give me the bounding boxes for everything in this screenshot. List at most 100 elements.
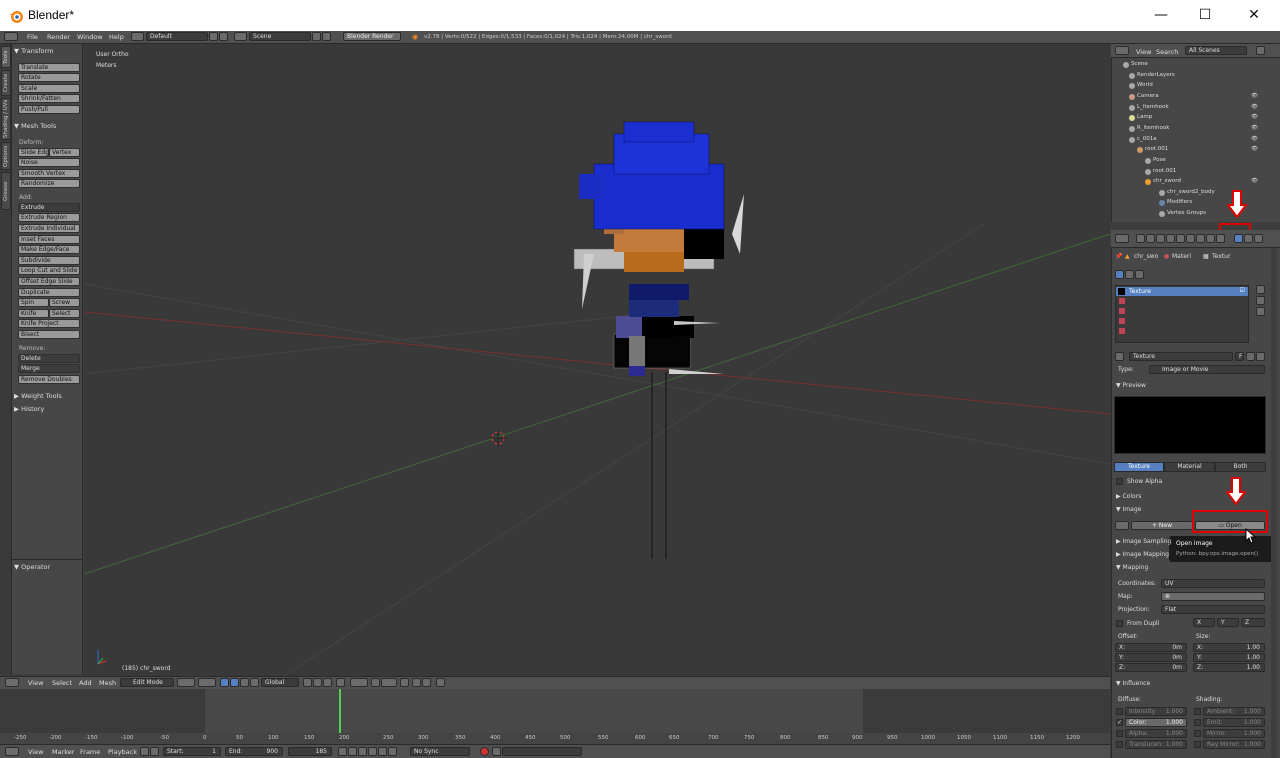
rotate-manipulator-icon[interactable] bbox=[240, 678, 249, 687]
loop-cut-slide-button[interactable]: Loop Cut and Slide bbox=[18, 266, 80, 275]
screw-button[interactable]: Screw bbox=[49, 298, 80, 307]
render-engine-select[interactable]: Blender Render bbox=[343, 32, 401, 41]
outliner-editor-type-icon[interactable] bbox=[1115, 46, 1129, 55]
translucency-field[interactable]: Translucen: 1.000 bbox=[1125, 740, 1187, 749]
translate-manipulator-icon[interactable] bbox=[230, 678, 239, 687]
timeline-menu-frame[interactable]: Frame bbox=[80, 748, 100, 756]
alpha-factor-field[interactable]: Alpha: 1.000 bbox=[1125, 729, 1187, 738]
view3d-menu-mesh[interactable]: Mesh bbox=[99, 679, 116, 687]
manipulator-toggle-icon[interactable] bbox=[220, 678, 229, 687]
ray-mirror-field[interactable]: Ray Mirror: 1.000 bbox=[1203, 740, 1265, 749]
texture-name-field[interactable]: Texture bbox=[1129, 352, 1233, 361]
data-context-icon[interactable] bbox=[1206, 234, 1215, 243]
merge-menu[interactable]: Merge bbox=[18, 364, 80, 373]
snap-target-icon[interactable] bbox=[400, 678, 409, 687]
duplicate-button[interactable]: Duplicate bbox=[18, 288, 80, 297]
extrude-region-button[interactable]: Extrude Region bbox=[18, 213, 80, 222]
outliner-row[interactable]: Scene bbox=[1111, 60, 1280, 71]
bisect-button[interactable]: Bisect bbox=[18, 330, 80, 339]
ambient-field[interactable]: Ambient: 1.000 bbox=[1203, 707, 1265, 716]
delete-menu[interactable]: Delete bbox=[18, 354, 80, 363]
knife-select-button[interactable]: Select bbox=[49, 309, 80, 318]
spin-button[interactable]: Spin bbox=[18, 298, 49, 307]
edge-select-icon[interactable] bbox=[313, 678, 322, 687]
physics-context-icon[interactable] bbox=[1254, 234, 1263, 243]
timeline-area[interactable]: -250 -200 -150 -100 -50 0 50 100 150 200… bbox=[0, 689, 1110, 744]
colors-panel-header[interactable]: ▶ Colors bbox=[1116, 493, 1141, 500]
constraints-context-icon[interactable] bbox=[1186, 234, 1195, 243]
tab-tools[interactable]: Tools bbox=[1, 46, 11, 68]
intensity-checkbox[interactable] bbox=[1116, 708, 1123, 715]
color-factor-field[interactable]: Color: 1.000 bbox=[1125, 718, 1187, 727]
from-dupli-checkbox[interactable] bbox=[1116, 620, 1123, 627]
material-texture-icon[interactable] bbox=[1125, 270, 1134, 279]
render-context-icon[interactable] bbox=[1136, 234, 1145, 243]
menu-file[interactable]: File bbox=[27, 33, 38, 41]
coordinates-select[interactable]: UV bbox=[1161, 579, 1265, 588]
x-mapping-select[interactable]: X bbox=[1193, 618, 1215, 627]
tab-shading-uvs[interactable]: Shading / UVs bbox=[1, 98, 11, 140]
outliner-row[interactable]: R_itemhook 👁 bbox=[1111, 124, 1280, 135]
opengl-anim-icon[interactable] bbox=[422, 678, 431, 687]
smooth-vertex-button[interactable]: Smooth Vertex bbox=[18, 169, 80, 178]
world-context-icon[interactable] bbox=[1166, 234, 1175, 243]
texture-type-select[interactable]: Image or Movie bbox=[1149, 365, 1265, 374]
fake-user-button[interactable]: F bbox=[1235, 352, 1244, 361]
empty-slot-icon[interactable] bbox=[1119, 318, 1125, 324]
scene-context-icon[interactable] bbox=[1156, 234, 1165, 243]
shrink-fatten-button[interactable]: Shrink/Fatten bbox=[18, 94, 80, 103]
visibility-eye-icon[interactable]: 👁 bbox=[1251, 114, 1258, 120]
size-z-field[interactable]: Z: 1.00 bbox=[1193, 663, 1265, 672]
z-mapping-select[interactable]: Z bbox=[1241, 618, 1265, 627]
render-layers-context-icon[interactable] bbox=[1146, 234, 1155, 243]
limit-selection-icon[interactable] bbox=[336, 678, 345, 687]
outliner-row[interactable]: Modifiers bbox=[1111, 198, 1280, 209]
timeline-menu-playback[interactable]: Playback bbox=[108, 748, 137, 756]
map-field[interactable]: ⊗ bbox=[1161, 592, 1265, 601]
keying-set-field[interactable] bbox=[502, 747, 582, 756]
outliner-menu-search[interactable]: Search bbox=[1156, 48, 1178, 56]
maximize-button[interactable]: ☐ bbox=[1182, 4, 1228, 26]
extrude-individual-button[interactable]: Extrude Individual bbox=[18, 224, 80, 233]
other-texture-icon[interactable] bbox=[1135, 270, 1144, 279]
pin-icon[interactable]: 📌 bbox=[1115, 253, 1122, 260]
preview-panel-header[interactable]: ▼ Preview bbox=[1116, 382, 1146, 389]
menu-help[interactable]: Help bbox=[109, 33, 124, 41]
show-alpha-checkbox[interactable] bbox=[1116, 478, 1123, 485]
history-panel-header[interactable]: ▶ History bbox=[14, 405, 44, 413]
current-frame-field[interactable]: 185 bbox=[288, 747, 332, 756]
alpha-checkbox[interactable] bbox=[1116, 730, 1123, 737]
slot-down-icon[interactable] bbox=[1256, 296, 1265, 305]
outliner-row[interactable]: Lamp 👁 bbox=[1111, 113, 1280, 124]
empty-slot-icon[interactable] bbox=[1119, 308, 1125, 314]
mapping-panel-header[interactable]: ▼ Mapping bbox=[1116, 564, 1148, 571]
visibility-eye-icon[interactable]: 👁 bbox=[1251, 104, 1258, 110]
jump-end-icon[interactable] bbox=[388, 747, 397, 756]
next-keyframe-icon[interactable] bbox=[378, 747, 387, 756]
outliner-search-icon[interactable] bbox=[1256, 46, 1265, 55]
ambient-checkbox[interactable] bbox=[1194, 708, 1201, 715]
image-sampling-panel-header[interactable]: ▶ Image Sampling bbox=[1116, 538, 1171, 545]
3d-cursor-icon[interactable] bbox=[489, 429, 507, 447]
visibility-eye-icon[interactable]: 👁 bbox=[1251, 136, 1258, 142]
offset-x-field[interactable]: X: 0m bbox=[1115, 643, 1187, 652]
mirror-field[interactable]: Mirror: 1.000 bbox=[1203, 729, 1265, 738]
extrude-menu[interactable]: Extrude bbox=[18, 203, 80, 212]
slot-up-icon[interactable] bbox=[1256, 285, 1265, 294]
modifiers-context-icon[interactable] bbox=[1196, 234, 1205, 243]
projection-select[interactable]: Flat bbox=[1161, 605, 1265, 614]
texture-context-icon[interactable] bbox=[1234, 234, 1243, 243]
view3d-menu-select[interactable]: Select bbox=[52, 679, 72, 687]
outliner-row[interactable]: chr_sword 👁 bbox=[1111, 177, 1280, 188]
record-icon[interactable] bbox=[480, 747, 489, 756]
lock-range-icon[interactable] bbox=[150, 747, 159, 756]
screen-layout-field[interactable]: Default bbox=[146, 32, 208, 41]
orientation-select[interactable]: Global bbox=[261, 678, 299, 687]
empty-slot-icon[interactable] bbox=[1119, 298, 1125, 304]
outliner-row[interactable]: World bbox=[1111, 81, 1280, 92]
pose-copy-icon[interactable] bbox=[436, 678, 445, 687]
y-mapping-select[interactable]: Y bbox=[1217, 618, 1239, 627]
knife-button[interactable]: Knife bbox=[18, 309, 49, 318]
randomize-button[interactable]: Randomize bbox=[18, 179, 80, 188]
visibility-eye-icon[interactable]: 👁 bbox=[1251, 93, 1258, 99]
